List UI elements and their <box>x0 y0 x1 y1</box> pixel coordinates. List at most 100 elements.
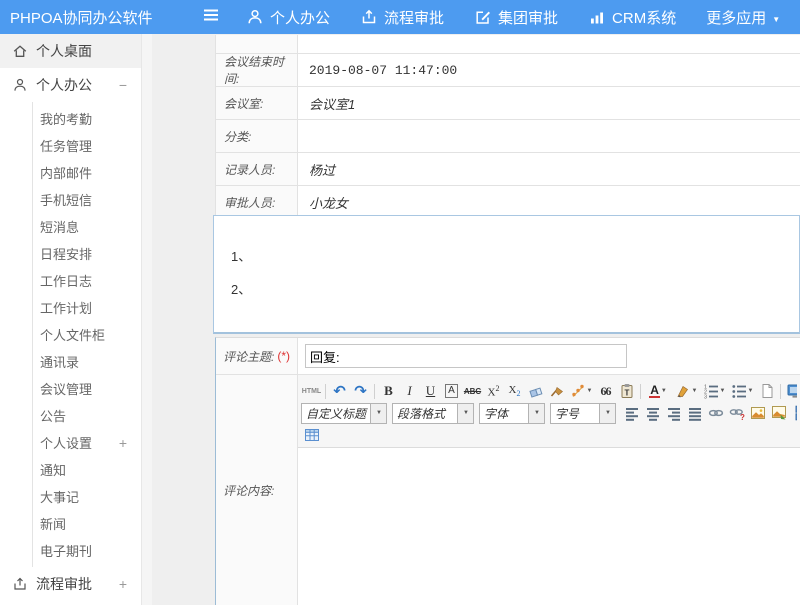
sidebar-subitem-label: 会议管理 <box>40 379 92 398</box>
html-source-button[interactable]: HTML <box>301 381 322 401</box>
sidebar-subitem-3[interactable]: 任务管理 <box>33 132 141 159</box>
caret-down-icon[interactable]: ▼ <box>528 404 544 423</box>
nav-item-3[interactable]: CRM系统 <box>588 7 676 28</box>
editor-select-0[interactable]: 自定义标题▼ <box>301 403 387 424</box>
sidebar-item-label: 个人办公 <box>36 75 92 95</box>
sidebar-subitem-label: 通讯录 <box>40 352 79 371</box>
sidebar-subitem-5[interactable]: 手机短信 <box>33 186 141 213</box>
sidebar-item-0[interactable]: 个人桌面 <box>0 34 141 68</box>
comment-subject-value-cell <box>298 338 800 374</box>
media-button[interactable] <box>789 403 797 423</box>
nav-item-0[interactable]: 个人办公 <box>246 7 330 28</box>
blockquote-button[interactable]: 66 <box>595 381 616 401</box>
sidebar-subitem-label: 通知 <box>40 460 66 479</box>
strikethrough-button[interactable]: ABC <box>462 381 483 401</box>
sidebar-subitem-label: 公告 <box>40 406 66 425</box>
sidebar-subitem-10[interactable]: 个人文件柜 <box>33 321 141 348</box>
sidebar-subitem-13[interactable]: 公告 <box>33 402 141 429</box>
preview-button[interactable] <box>784 381 797 401</box>
hamburger-menu-button[interactable] <box>202 6 220 29</box>
sidebar-subitem-label: 新闻 <box>40 514 66 533</box>
image-button[interactable] <box>747 403 768 423</box>
sidebar-subitem-12[interactable]: 会议管理 <box>33 375 141 402</box>
sidebar-subitem-label: 工作日志 <box>40 271 92 290</box>
insert-table-button[interactable] <box>301 425 322 445</box>
nav-item-4[interactable]: 更多应用▼ <box>706 7 780 28</box>
redo-button[interactable]: ↷ <box>350 381 371 401</box>
paste-text-icon: T <box>619 383 635 399</box>
bold-icon: B <box>384 383 393 399</box>
font-color-button[interactable]: A▼ <box>644 381 672 401</box>
link-button[interactable] <box>705 403 726 423</box>
editor-select-1[interactable]: 段落格式▼ <box>392 403 474 424</box>
sidebar-subitem-label: 内部邮件 <box>40 163 92 182</box>
sidebar-subitem-9[interactable]: 工作计划 <box>33 294 141 321</box>
editor-select-3[interactable]: 字号▼ <box>550 403 616 424</box>
comment-subject-input[interactable] <box>305 344 627 368</box>
caret-down-icon: ▼ <box>661 388 667 394</box>
sidebar-subitem-17[interactable]: 新闻 <box>33 510 141 537</box>
undo-button[interactable]: ↶ <box>329 381 350 401</box>
format-brush-button[interactable] <box>546 381 567 401</box>
sidebar-subitem-4[interactable]: 内部邮件 <box>33 159 141 186</box>
editor-select-2[interactable]: 字体▼ <box>479 403 545 424</box>
caret-down-icon[interactable]: ▼ <box>370 404 386 423</box>
sidebar-subitem-15[interactable]: 通知 <box>33 456 141 483</box>
nav-item-label: 集团审批 <box>498 7 558 28</box>
sidebar-subitem-8[interactable]: 工作日志 <box>33 267 141 294</box>
editor-content-area[interactable] <box>298 448 800 605</box>
screenshot-button[interactable] <box>768 403 789 423</box>
sidebar-subitem-18[interactable]: 电子期刊 <box>33 537 141 564</box>
meeting-detail-table: 会议结束时间:2019-08-07 11:47:00会议室:会议室1分类:记录人… <box>215 35 800 219</box>
sidebar-subitem-14[interactable]: 个人设置+ <box>33 429 141 456</box>
unordered-list-button[interactable]: ▼ <box>728 381 756 401</box>
toolbar-separator <box>640 384 641 399</box>
font-style-button[interactable]: A <box>441 381 462 401</box>
align-justify-button[interactable] <box>684 403 705 423</box>
detail-row-label: 审批人员: <box>224 194 275 211</box>
expand-toggle-icon[interactable]: + <box>119 435 127 451</box>
italic-button[interactable]: I <box>399 381 420 401</box>
sidebar-subitem-11[interactable]: 通讯录 <box>33 348 141 375</box>
new-page-button[interactable] <box>756 381 777 401</box>
editor-toolbar-row-1: HTML↶↷BIUAABCX2X2▼66TA▼▼123▼▼ <box>301 380 797 402</box>
detail-row-value: 2019-08-07 11:47:00 <box>298 54 800 86</box>
sidebar-subitem-label: 电子期刊 <box>40 541 92 560</box>
ordered-list-button[interactable]: 123▼ <box>700 381 728 401</box>
eraser-button[interactable] <box>525 381 546 401</box>
align-right-button[interactable] <box>663 403 684 423</box>
autotypeset-button[interactable]: ▼ <box>567 381 595 401</box>
nav-item-2[interactable]: 集团审批 <box>474 7 558 28</box>
sidebar-subitem-7[interactable]: 日程安排 <box>33 240 141 267</box>
toolbar-separator <box>325 384 326 399</box>
unlink-button[interactable]: ? <box>726 403 747 423</box>
align-center-button[interactable] <box>642 403 663 423</box>
editor-toolbar-row-2: 自定义标题▼段落格式▼字体▼字号▼? <box>301 402 797 424</box>
sidebar-item-19[interactable]: 流程审批+ <box>0 567 141 601</box>
paste-text-button[interactable]: T <box>616 381 637 401</box>
caret-down-icon[interactable]: ▼ <box>457 404 473 423</box>
expand-toggle-icon[interactable]: + <box>119 576 127 592</box>
underline-button[interactable]: U <box>420 381 441 401</box>
expand-toggle-icon[interactable]: − <box>119 77 127 93</box>
sidebar-subitem-2[interactable]: 我的考勤 <box>33 105 141 132</box>
align-left-button[interactable] <box>621 403 642 423</box>
nav-item-1[interactable]: 流程审批 <box>360 7 444 28</box>
superscript-button[interactable]: X2 <box>483 381 504 401</box>
sidebar-item-1[interactable]: 个人办公 − <box>0 68 141 102</box>
caret-down-icon: ▼ <box>748 388 754 394</box>
topbar-nav: 个人办公 流程审批 集团审批 CRM系统 更多应用▼ <box>246 7 780 28</box>
detail-row-label-cell <box>216 35 298 53</box>
editor-select-label: 自定义标题 <box>302 405 370 422</box>
sidebar-subitem-16[interactable]: 大事记 <box>33 483 141 510</box>
highlight-button[interactable]: ▼ <box>672 381 700 401</box>
subscript-button[interactable]: X2 <box>504 381 525 401</box>
caret-down-icon[interactable]: ▼ <box>599 404 615 423</box>
comment-subject-row: 评论主题: (*) <box>216 338 800 375</box>
rich-text-editor: HTML↶↷BIUAABCX2X2▼66TA▼▼123▼▼ 自定义标题▼段落格式… <box>298 375 800 605</box>
sidebar-subitem-6[interactable]: 短消息 <box>33 213 141 240</box>
highlight-icon <box>675 383 691 399</box>
comment-content-value-cell: HTML↶↷BIUAABCX2X2▼66TA▼▼123▼▼ 自定义标题▼段落格式… <box>298 375 800 605</box>
comment-content-label-cell: 评论内容: <box>216 375 298 605</box>
bold-button[interactable]: B <box>378 381 399 401</box>
